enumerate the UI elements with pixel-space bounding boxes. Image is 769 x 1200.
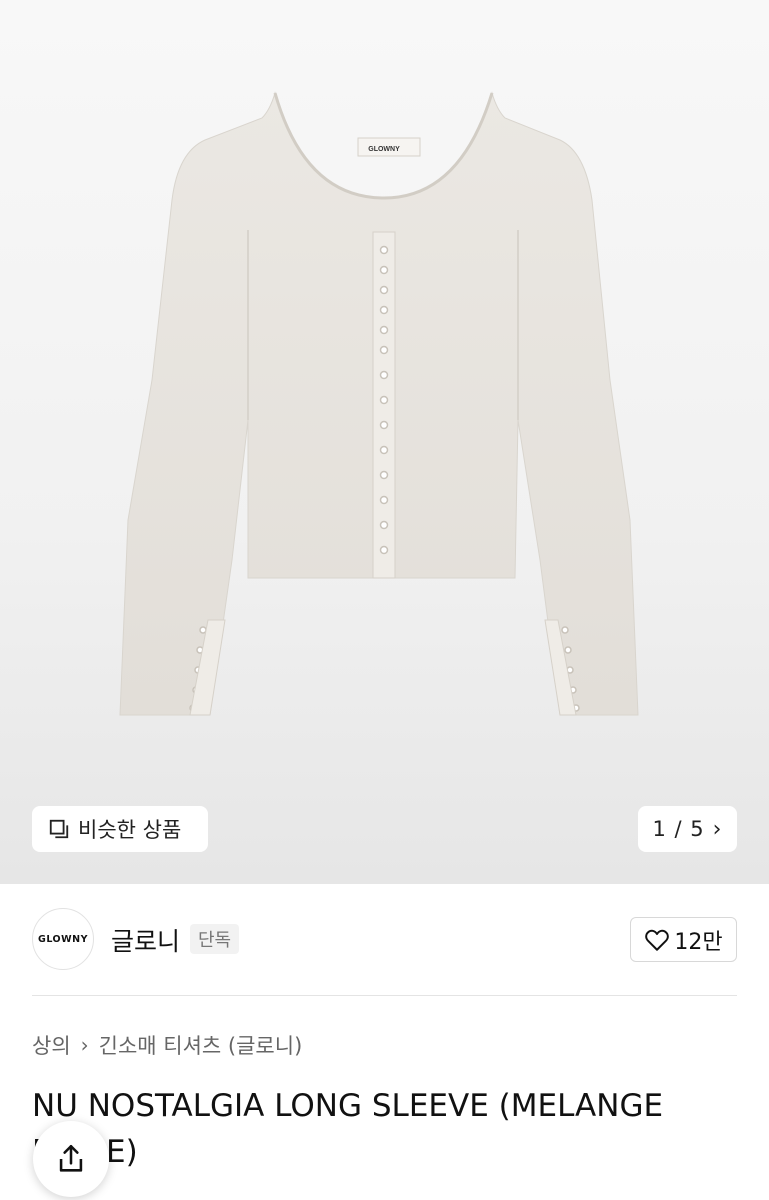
heart-outline-icon [645, 929, 670, 951]
garment-label-text: GLOWNY [368, 146, 400, 153]
breadcrumb-child-link[interactable]: 긴소매 티셔츠 (글로니) [99, 1030, 303, 1060]
product-title: NU NOSTALGIA LONG SLEEVE (MELANGE BEIGE) [32, 1088, 664, 1170]
image-counter-button[interactable]: 1 / 5 › [638, 806, 737, 852]
breadcrumb-parent-link[interactable]: 상의 [32, 1030, 71, 1060]
chevron-right-icon: › [80, 1033, 89, 1057]
similar-products-button[interactable]: 비슷한 상품 [32, 806, 208, 852]
store-name-link[interactable]: 글로니 [111, 922, 180, 958]
store-logo[interactable]: GLOWNY [32, 908, 94, 970]
like-button[interactable]: 12만 [630, 917, 737, 962]
like-count: 12만 [674, 929, 723, 955]
product-photo-longsleeve-top: GLOWNY [119, 91, 639, 716]
product-image-gallery[interactable]: GLOWNY 비슷한 상품 1 / 5 › [0, 0, 769, 884]
copy-squares-icon [49, 819, 69, 839]
share-upload-icon [59, 1144, 83, 1172]
exclusive-badge: 단독 [190, 924, 240, 954]
share-button[interactable] [33, 1121, 109, 1197]
breadcrumb: 상의 › 긴소매 티셔츠 (글로니) [32, 1030, 302, 1060]
section-divider [32, 995, 737, 996]
store-info-row: GLOWNY 글로니 단독 12만 [32, 908, 737, 970]
image-counter-text: 1 / 5 [652, 817, 705, 841]
similar-products-label: 비슷한 상품 [78, 818, 182, 842]
chevron-right-icon: › [712, 816, 723, 842]
store-logo-text: GLOWNY [38, 933, 88, 945]
